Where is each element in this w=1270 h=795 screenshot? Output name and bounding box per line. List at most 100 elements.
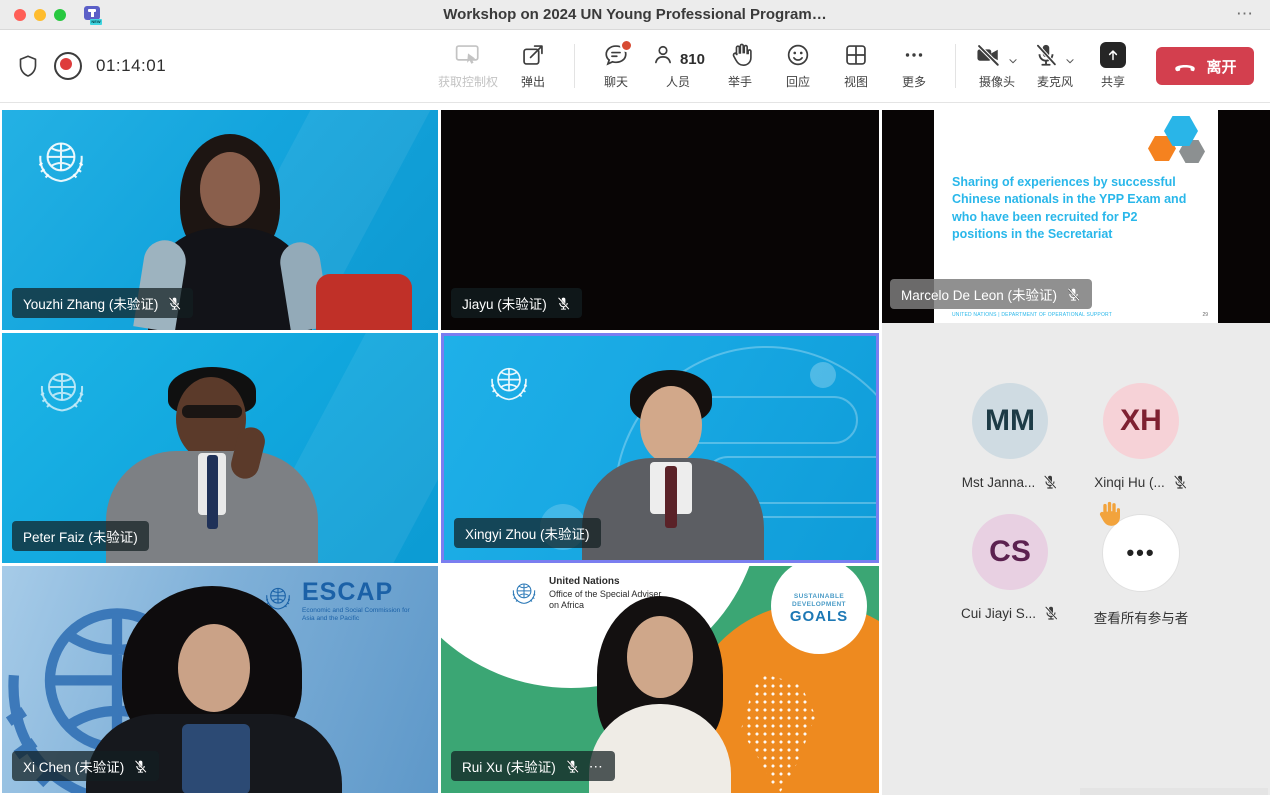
video-tile-peter-faiz[interactable]: Peter Faiz (未验证): [2, 333, 438, 563]
participant-cell-xh[interactable]: XH Xinqi Hu (...: [1066, 383, 1216, 490]
teams-meeting-window: NEW Workshop on 2024 UN Young Profession…: [0, 0, 1270, 795]
camera-off-icon: [974, 42, 1020, 68]
raise-hand-button[interactable]: 举手: [717, 42, 763, 90]
slide-page-number: 29: [1202, 312, 1208, 318]
leave-label: 离开: [1206, 56, 1236, 77]
participant-label: Xinqi Hu (...: [1094, 475, 1165, 490]
tile-more-icon[interactable]: ⋯: [589, 761, 604, 771]
recording-indicator-icon: [54, 52, 82, 80]
raise-hand-label: 举手: [728, 73, 752, 90]
hang-up-phone-icon: [1173, 59, 1197, 74]
participant-label: Cui Jiayi S...: [961, 606, 1036, 621]
meeting-timer: 01:14:01: [96, 56, 166, 76]
pop-out-label: 弹出: [521, 73, 545, 90]
escap-logo: ESCAP Economic and Social Commission for…: [260, 580, 422, 624]
take-control-icon: [454, 42, 482, 68]
avatar[interactable]: XH: [1103, 383, 1179, 459]
mic-muted-icon: [1043, 605, 1059, 621]
view-all-participants-button[interactable]: •••: [1102, 514, 1180, 592]
escap-subtitle: Economic and Social Commission for Asia …: [302, 607, 422, 624]
avatar[interactable]: MM: [972, 383, 1048, 459]
take-control-label: 获取控制权: [438, 73, 498, 90]
people-button[interactable]: 810 人员: [651, 42, 705, 90]
mic-button[interactable]: 麦克风: [1032, 42, 1078, 90]
video-tile-xingyi-zhou-active-speaker[interactable]: Xingyi Zhou (未验证): [441, 333, 879, 563]
camera-chevron-down-icon[interactable]: [1006, 54, 1020, 68]
participant-name-pill: Rui Xu (未验证) ⋯: [451, 751, 615, 781]
participant-name: Rui Xu (未验证): [462, 756, 556, 776]
un-emblem-icon: [482, 356, 536, 410]
video-tile-youzhi-zhang[interactable]: Youzhi Zhang (未验证): [2, 110, 438, 330]
security-shield-icon: [16, 54, 40, 78]
presenter-name: Marcelo De Leon (未验证): [901, 284, 1057, 304]
mic-chevron-down-icon[interactable]: [1063, 54, 1077, 68]
participant-cell-mm[interactable]: MM Mst Janna...: [935, 383, 1085, 490]
raise-hand-icon: [728, 42, 753, 68]
take-control-button: 获取控制权: [438, 42, 498, 90]
participant-name: Jiayu (未验证): [462, 293, 547, 313]
mic-muted-icon: [133, 759, 148, 774]
participant-cell-cs[interactable]: CS Cui Jiayi S...: [935, 514, 1085, 621]
mic-muted-icon: [565, 759, 580, 774]
mic-off-icon: [1033, 42, 1077, 68]
video-tile-jiayu[interactable]: Jiayu (未验证): [441, 110, 879, 330]
video-grid: Youzhi Zhang (未验证) Jiayu (未验证) Sharing o…: [0, 103, 1270, 795]
camera-label: 摄像头: [979, 73, 1015, 90]
mic-muted-icon: [167, 296, 182, 311]
un-emblem-icon: [507, 576, 541, 610]
participant-count: 810: [680, 51, 705, 68]
participant-name: Youzhi Zhang (未验证): [23, 293, 158, 313]
more-dots-icon: [901, 42, 927, 68]
participant-name-pill: Youzhi Zhang (未验证): [12, 288, 193, 318]
leave-button[interactable]: 离开: [1156, 47, 1254, 85]
react-smiley-icon: [785, 42, 811, 68]
view-grid-icon: [843, 42, 869, 68]
participant-name: Peter Faiz (未验证): [23, 526, 138, 546]
mic-muted-icon: [1066, 287, 1081, 302]
more-label: 更多: [902, 73, 926, 90]
view-all-participants-cell[interactable]: ••• 查看所有参与者: [1066, 514, 1216, 627]
camera-button[interactable]: 摄像头: [974, 42, 1020, 90]
video-tile-xi-chen[interactable]: ESCAP Economic and Social Commission for…: [2, 566, 438, 793]
participant-name-pill: Xi Chen (未验证): [12, 751, 159, 781]
view-button[interactable]: 视图: [833, 42, 879, 90]
mic-muted-icon: [1042, 474, 1058, 490]
chat-button[interactable]: 聊天: [593, 42, 639, 90]
slide-logo-hexagons: [1146, 116, 1208, 172]
presenter-name-pill: Marcelo De Leon (未验证): [890, 279, 1092, 309]
avatar[interactable]: CS: [972, 514, 1048, 590]
pop-out-button[interactable]: 弹出: [510, 42, 556, 90]
raised-hand-icon: [1093, 499, 1123, 529]
share-button[interactable]: 共享: [1090, 42, 1136, 90]
toolbar-left-group: 01:14:01: [16, 52, 166, 80]
participant-name-pill: Xingyi Zhou (未验证): [454, 518, 601, 548]
toolbar-divider: [574, 44, 575, 88]
view-all-label: 查看所有参与者: [1094, 607, 1189, 627]
share-label: 共享: [1101, 73, 1125, 90]
pop-out-icon: [520, 42, 546, 68]
react-button[interactable]: 回应: [775, 42, 821, 90]
chat-notification-dot: [620, 39, 633, 52]
un-emblem-icon: [30, 359, 94, 423]
toolbar-divider: [955, 44, 956, 88]
more-button[interactable]: 更多: [891, 42, 937, 90]
meeting-toolbar: 01:14:01 获取控制权 弹出 聊天 810 人员 举手 回应: [0, 30, 1270, 103]
share-screen-icon: [1100, 42, 1126, 68]
slide-title: Sharing of experiences by successful Chi…: [952, 174, 1190, 243]
react-label: 回应: [786, 73, 810, 90]
video-tile-rui-xu[interactable]: United Nations Office of the Special Adv…: [441, 566, 879, 793]
osaa-line3: on Africa: [549, 600, 584, 610]
sdg-line1: SUSTAINABLE: [794, 593, 844, 601]
mic-muted-icon: [556, 296, 571, 311]
participant-name: Xingyi Zhou (未验证): [465, 523, 590, 543]
self-view-tile[interactable]: ZU: [1080, 788, 1268, 795]
people-label: 人员: [666, 73, 690, 90]
chat-icon: [603, 42, 629, 68]
escap-title: ESCAP: [302, 580, 422, 605]
titlebar-more-icon[interactable]: ⋯: [1236, 0, 1254, 30]
screen-share-tile-marcelo[interactable]: Sharing of experiences by successful Chi…: [882, 110, 1270, 323]
participant-name: Xi Chen (未验证): [23, 756, 124, 776]
glasses: [182, 405, 242, 418]
osaa-line2: Office of the Special Adviser: [549, 589, 661, 599]
mic-muted-icon: [1172, 474, 1188, 490]
